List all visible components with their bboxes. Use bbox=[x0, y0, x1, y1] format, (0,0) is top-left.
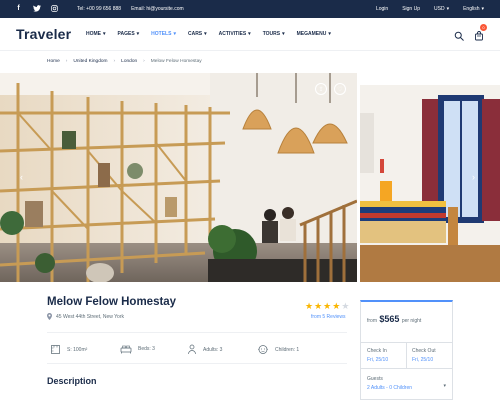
price-amount: $565 bbox=[379, 314, 400, 324]
menu-item-cars[interactable]: CARS bbox=[188, 31, 207, 37]
star-filled-icon: ★ bbox=[305, 301, 314, 311]
gallery-next-icon[interactable]: › bbox=[472, 172, 475, 182]
price-from-label: from bbox=[367, 318, 377, 324]
checkout-value: Fri, 25/10 bbox=[412, 357, 434, 363]
chevron-down-icon[interactable]: ▾ bbox=[443, 383, 446, 389]
breadcrumb: Home › United Kingdom › London › Melow F… bbox=[47, 59, 202, 64]
fact-beds: Beds: 3 bbox=[120, 344, 155, 354]
star-filled-icon: ★ bbox=[314, 301, 323, 311]
instagram-icon[interactable] bbox=[50, 4, 59, 13]
menu-item-tours[interactable]: TOURS bbox=[263, 31, 285, 37]
address-text: 45 West 44th Street, New York bbox=[56, 313, 125, 320]
listing-address: 45 West 44th Street, New York bbox=[47, 313, 124, 320]
share-icon[interactable]: ⇪ bbox=[315, 83, 327, 95]
guests-field[interactable]: Guests 2 Adults - 0 Children bbox=[367, 376, 412, 391]
map-pin-icon bbox=[47, 313, 52, 320]
site-logo[interactable]: Traveler bbox=[16, 26, 71, 42]
main-nav: Traveler HOME PAGES HOTELS CARS ACTIVITI… bbox=[0, 18, 500, 51]
breadcrumb-separator: › bbox=[143, 59, 145, 64]
search-icon[interactable] bbox=[454, 28, 464, 46]
booking-card: from $565 per night Check In Fri, 25/10 … bbox=[360, 300, 453, 400]
breadcrumb-home[interactable]: Home bbox=[47, 59, 60, 64]
date-divider bbox=[406, 343, 407, 368]
checkin-label: Check In bbox=[367, 348, 387, 354]
bed-icon bbox=[120, 345, 132, 354]
children-value: Children: 1 bbox=[275, 346, 300, 353]
checkin-value: Fri, 25/10 bbox=[367, 357, 389, 363]
gallery-main-photo[interactable]: ⇪ ♡ ‹ bbox=[0, 73, 358, 282]
breadcrumb-separator: › bbox=[65, 59, 68, 64]
description-heading: Description bbox=[47, 376, 97, 386]
area-icon bbox=[51, 345, 60, 354]
price-row: from $565 per night bbox=[367, 314, 421, 324]
fact-area: S: 100m² bbox=[50, 344, 87, 355]
star-filled-icon: ★ bbox=[323, 301, 332, 311]
listing-facts: S: 100m² Beds: 3 Adults: 3 Children: 1 bbox=[47, 332, 347, 364]
star-empty-icon: ★ bbox=[341, 301, 350, 311]
listing-title: Melow Felow Homestay bbox=[47, 296, 177, 308]
menu-item-activities[interactable]: ACTIVITIES bbox=[219, 31, 251, 37]
cart-count-badge: 0 bbox=[480, 24, 487, 31]
checkin-field[interactable]: Check In Fri, 25/10 bbox=[367, 348, 388, 363]
star-rating: ★ ★ ★ ★ ★ bbox=[305, 302, 349, 311]
language-dropdown[interactable]: English bbox=[463, 6, 484, 12]
phone-text: Tel: +00 99 656 888 bbox=[77, 6, 122, 12]
breadcrumb-separator: › bbox=[113, 59, 116, 64]
checkout-field[interactable]: Check Out Fri, 25/10 bbox=[412, 348, 436, 363]
menu-item-megamenu[interactable]: MEGAMENU bbox=[297, 31, 331, 37]
menu-item-home[interactable]: HOME bbox=[86, 31, 106, 37]
beds-value: Beds: 3 bbox=[138, 346, 155, 352]
breadcrumb-country[interactable]: United Kingdom bbox=[73, 59, 107, 64]
menu-item-hotels[interactable]: HOTELS bbox=[151, 31, 176, 37]
twitter-icon[interactable] bbox=[32, 4, 41, 13]
cart-icon[interactable]: 0 bbox=[474, 24, 487, 46]
adults-value: Adults: 3 bbox=[203, 346, 223, 353]
top-bar: f Tel: +00 99 656 888 Email: hi@yoursite… bbox=[0, 0, 500, 18]
main-menu: HOME PAGES HOTELS CARS ACTIVITIES TOURS … bbox=[86, 31, 331, 37]
guests-value: 2 Adults - 0 Children bbox=[367, 385, 413, 391]
currency-dropdown[interactable]: USD bbox=[434, 6, 449, 12]
fact-adults: Adults: 3 bbox=[187, 344, 222, 355]
login-link[interactable]: Login bbox=[376, 6, 388, 12]
date-selector: Check In Fri, 25/10 Check Out Fri, 25/10 bbox=[361, 342, 452, 369]
adults-icon bbox=[188, 344, 196, 355]
fact-children: Children: 1 bbox=[257, 344, 299, 355]
menu-item-pages[interactable]: PAGES bbox=[118, 31, 140, 37]
reviews-link[interactable]: from 5 Reviews bbox=[311, 314, 345, 320]
social-links: f bbox=[14, 4, 59, 13]
heart-icon[interactable]: ♡ bbox=[334, 83, 346, 95]
price-unit: per night bbox=[401, 318, 422, 324]
star-filled-icon: ★ bbox=[332, 301, 341, 311]
breadcrumb-city[interactable]: London bbox=[121, 59, 137, 64]
photo-gallery: ⇪ ♡ ‹ › bbox=[0, 73, 500, 282]
area-value: S: 100m² bbox=[67, 346, 88, 353]
email-text: Email: hi@yoursite.com bbox=[131, 6, 184, 12]
checkout-label: Check Out bbox=[412, 348, 436, 354]
facebook-icon[interactable]: f bbox=[14, 4, 23, 13]
gallery-side-photo[interactable]: › bbox=[360, 73, 500, 282]
guests-label: Guests bbox=[367, 376, 383, 382]
signup-link[interactable]: Sign Up bbox=[402, 6, 420, 12]
children-icon bbox=[258, 345, 268, 354]
gallery-prev-icon[interactable]: ‹ bbox=[20, 172, 23, 182]
breadcrumb-current: Melow Felow Homestay bbox=[150, 59, 202, 64]
